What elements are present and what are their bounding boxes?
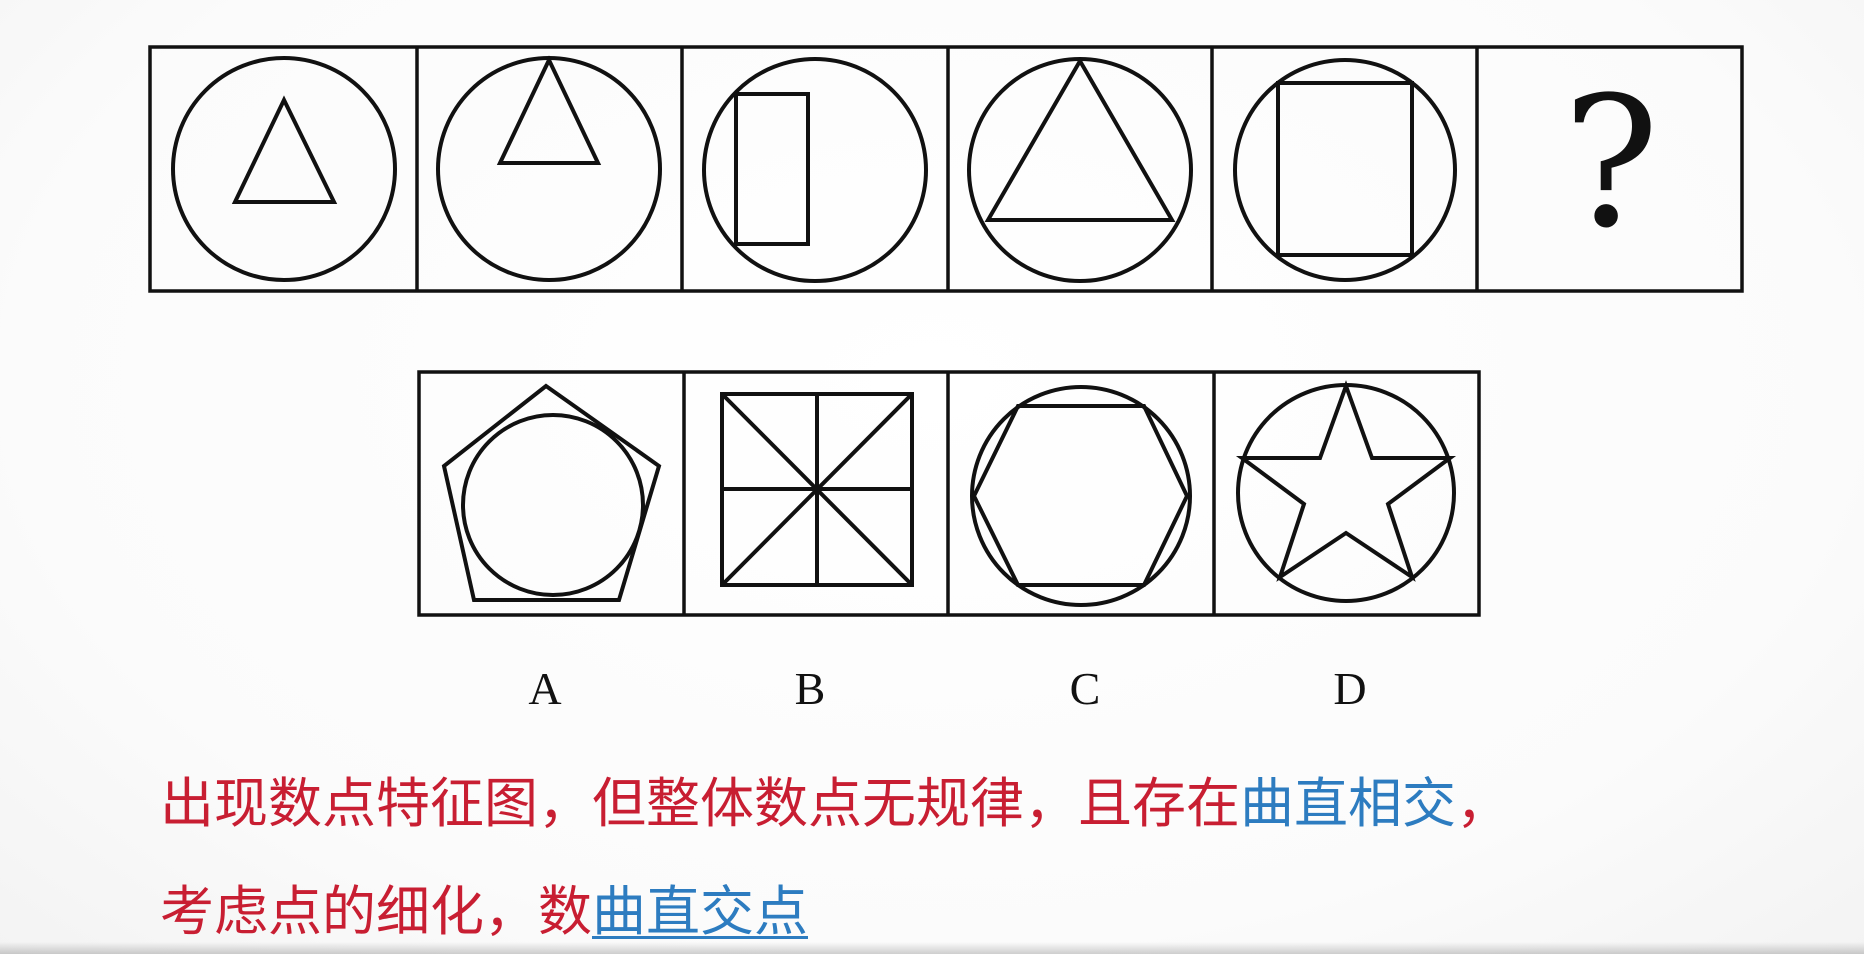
circle-shape bbox=[1233, 58, 1457, 282]
triangle-shape bbox=[231, 95, 338, 204]
square-shape bbox=[1276, 81, 1414, 257]
option-d-figure[interactable] bbox=[1235, 380, 1457, 603]
sequence-cell-3 bbox=[702, 57, 928, 283]
sequence-cell-1 bbox=[171, 56, 397, 282]
circle-shape bbox=[1236, 383, 1456, 603]
option-label-c[interactable]: C bbox=[1045, 662, 1125, 715]
circle-shape bbox=[436, 56, 662, 282]
circle-shape bbox=[967, 57, 1193, 283]
rectangle-shape bbox=[734, 92, 810, 246]
circle-shape bbox=[171, 56, 397, 282]
sequence-cell-5 bbox=[1233, 58, 1457, 282]
explanation-line-1: 出现数点特征图，但整体数点无规律，且存在曲直相交， bbox=[160, 772, 1510, 837]
highlight-text: 曲直相交 bbox=[1240, 772, 1456, 835]
pentagon-shape bbox=[441, 383, 662, 602]
triangle-shape bbox=[496, 55, 602, 165]
explanation-text: 出现数点特征图，但整体数点无规律，且存在 bbox=[160, 772, 1240, 835]
option-label-b[interactable]: B bbox=[770, 662, 850, 715]
bottom-shadow-bar bbox=[0, 942, 1864, 954]
option-a-figure[interactable] bbox=[441, 383, 662, 602]
sequence-cell-2 bbox=[436, 55, 662, 282]
option-c-figure[interactable] bbox=[970, 385, 1192, 607]
explanation-text: 考虑点的细化，数 bbox=[160, 880, 592, 943]
explanation-text: ， bbox=[1456, 772, 1510, 835]
option-b-figure[interactable] bbox=[720, 392, 914, 587]
option-label-d[interactable]: D bbox=[1310, 662, 1390, 715]
highlight-link-text: 曲直交点 bbox=[592, 880, 808, 943]
explanation-line-2: 考虑点的细化，数曲直交点 bbox=[160, 880, 808, 945]
sequence-cell-4 bbox=[967, 57, 1193, 283]
circle-shape bbox=[461, 413, 645, 597]
puzzle-slide: ? A B C D 出现数点特征图，但整体数点无规律，且存在曲直相交， 考虑点的… bbox=[0, 0, 1864, 954]
triangle-shape bbox=[984, 57, 1176, 222]
option-label-a[interactable]: A bbox=[505, 662, 585, 715]
question-mark: ? bbox=[1562, 59, 1660, 268]
hexagon-shape bbox=[971, 404, 1190, 587]
circle-shape bbox=[970, 385, 1192, 607]
options-row bbox=[417, 370, 1481, 617]
